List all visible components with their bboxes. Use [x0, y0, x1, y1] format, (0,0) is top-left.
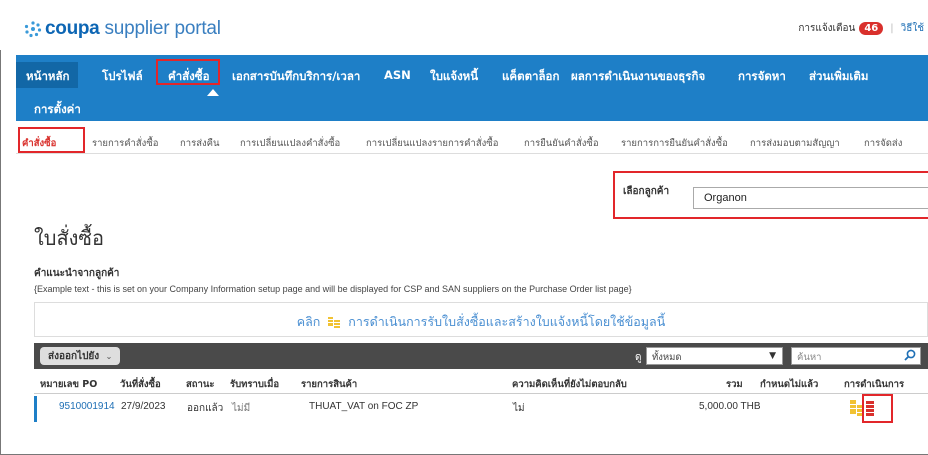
subnav-item-returns[interactable]: การส่งคืน — [180, 136, 219, 151]
flip-action-text: การดำเนินการรับใบสั่งซื้อและสร้างใบแจ้งห… — [348, 314, 666, 329]
highlight-box-orders-subnav — [18, 127, 85, 153]
view-select[interactable]: ทั้งหมด ▼ — [646, 347, 783, 365]
header-right: การแจ้งเตือน 46 | วิธีใช้ — [798, 21, 924, 36]
highlight-box-action-icon — [862, 394, 893, 423]
search-icon[interactable] — [904, 349, 916, 361]
column-header-assigned[interactable]: กำหนดไม่แล้ว — [760, 377, 818, 392]
column-header-items[interactable]: รายการสินค้า — [301, 377, 357, 392]
page-title: ใบสั่งซื้อ — [34, 226, 105, 250]
header-divider: | — [890, 23, 894, 34]
nav-item-add-ons[interactable]: ส่วนเพิ่มเติม — [809, 68, 868, 86]
logo-sub-text: supplier portal — [104, 18, 221, 39]
status-cell: ออกแล้ว — [187, 403, 224, 414]
customer-instructions-title: คำแนะนำจากลูกค้า — [34, 268, 120, 279]
table-header: หมายเลข PO วันที่สั่งซื้อ สถานะ รับทราบเ… — [34, 372, 928, 394]
view-label: ดู — [635, 352, 642, 363]
chevron-down-icon: ▼ — [769, 351, 776, 361]
items-cell: THUAT_VAT on FOC ZP — [309, 401, 419, 412]
active-nav-caret — [207, 89, 219, 96]
coupa-logo-icon — [24, 20, 42, 38]
coupa-logo[interactable]: coupa supplier portal — [24, 18, 221, 40]
subnav-item-order-changes[interactable]: การเปลี่ยนแปลงคำสั่งซื้อ — [240, 136, 340, 151]
subnav-item-contract-deliveries[interactable]: การส่งมอบตามสัญญา — [750, 136, 840, 151]
notifications-link[interactable]: การแจ้งเตือน — [798, 21, 855, 36]
nav-item-service-sheets[interactable]: เอกสารบันทึกบริการ/เวลา — [232, 68, 360, 86]
highlight-box-orders-nav — [156, 59, 220, 85]
acknowledged-cell[interactable]: ไม่มี — [232, 401, 250, 416]
total-cell: 5,000.00 THB — [699, 401, 761, 412]
chevron-down-icon: ⌄ — [105, 352, 113, 361]
help-link[interactable]: วิธีใช้ — [901, 21, 924, 36]
column-header-order-date[interactable]: วันที่สั่งซื้อ — [120, 377, 161, 392]
flip-po-banner[interactable]: คลิก การดำเนินการรับใบสั่งซื้อและสร้างใบ… — [34, 302, 928, 337]
subnav-item-order-lines[interactable]: รายการคำสั่งซื้อ — [92, 136, 158, 151]
table-row: 9510001914 27/9/2023 ออกแล้ว ไม่มี THUAT… — [34, 396, 928, 422]
search-placeholder: ค้นหา — [797, 352, 822, 363]
nav-item-sourcing[interactable]: การจัดหา — [738, 68, 786, 86]
subnav-item-order-line-changes[interactable]: การเปลี่ยนแปลงรายการคำสั่งซื้อ — [366, 136, 498, 151]
nav-item-profile[interactable]: โปรไฟล์ — [102, 68, 143, 86]
comments-cell: ไม่ — [513, 403, 525, 414]
column-header-total[interactable]: รวม — [726, 377, 743, 392]
customer-instructions-text: {Example text - this is set on your Comp… — [34, 284, 632, 294]
nav-item-catalogs[interactable]: แค็ตตาล็อก — [502, 68, 559, 86]
nav-item-invoices[interactable]: ใบแจ้งหนี้ — [430, 68, 478, 86]
nav-item-setup[interactable]: การตั้งค่า — [34, 101, 81, 119]
export-to-button[interactable]: ส่งออกไปยัง ⌄ — [40, 347, 121, 365]
sub-nav: คำสั่งซื้อ รายการคำสั่งซื้อ การส่งคืน กา… — [16, 128, 928, 154]
logo-brand-text: coupa — [45, 18, 100, 39]
flip-prefix-text: คลิก — [296, 314, 321, 329]
column-header-actions: การดำเนินการ — [844, 379, 905, 390]
order-date-cell: 27/9/2023 — [121, 401, 166, 412]
column-header-unanswered-comments[interactable]: ความคิดเห็นที่ยังไม่ตอบกลับ — [512, 377, 627, 392]
search-input[interactable]: ค้นหา — [791, 347, 921, 365]
subnav-item-order-confirmations[interactable]: การยืนยันคำสั่งซื้อ — [524, 136, 599, 151]
table-toolbar: ส่งออกไปยัง ⌄ ดู ทั้งหมด ▼ ค้นหา — [34, 343, 928, 369]
notifications-count-badge[interactable]: 46 — [859, 22, 884, 35]
view-select-value: ทั้งหมด — [652, 352, 682, 363]
top-header: coupa supplier portal การแจ้งเตือน 46 | … — [0, 0, 928, 50]
subnav-item-shipments[interactable]: การจัดส่ง — [864, 136, 902, 151]
nav-item-asn[interactable]: ASN — [384, 68, 411, 82]
subnav-item-order-confirmation-lines[interactable]: รายการการยืนยันคำสั่งซื้อ — [621, 136, 728, 151]
column-header-po-number[interactable]: หมายเลข PO — [40, 377, 97, 392]
main-nav: หน้าหลัก โปรไฟล์ คำสั่งซื้อ เอกสารบันทึก… — [16, 55, 928, 121]
export-label: ส่งออกไปยัง — [48, 351, 100, 362]
nav-item-business-performance[interactable]: ผลการดำเนินงานของธุรกิจ — [571, 68, 705, 86]
column-header-status[interactable]: สถานะ — [186, 377, 214, 392]
coins-icon — [328, 315, 341, 328]
column-header-acknowledged[interactable]: รับทราบเมื่อ — [230, 377, 279, 392]
highlight-box-customer-select — [613, 171, 928, 219]
po-number-link[interactable]: 9510001914 — [59, 401, 115, 412]
nav-item-home[interactable]: หน้าหลัก — [16, 62, 78, 88]
